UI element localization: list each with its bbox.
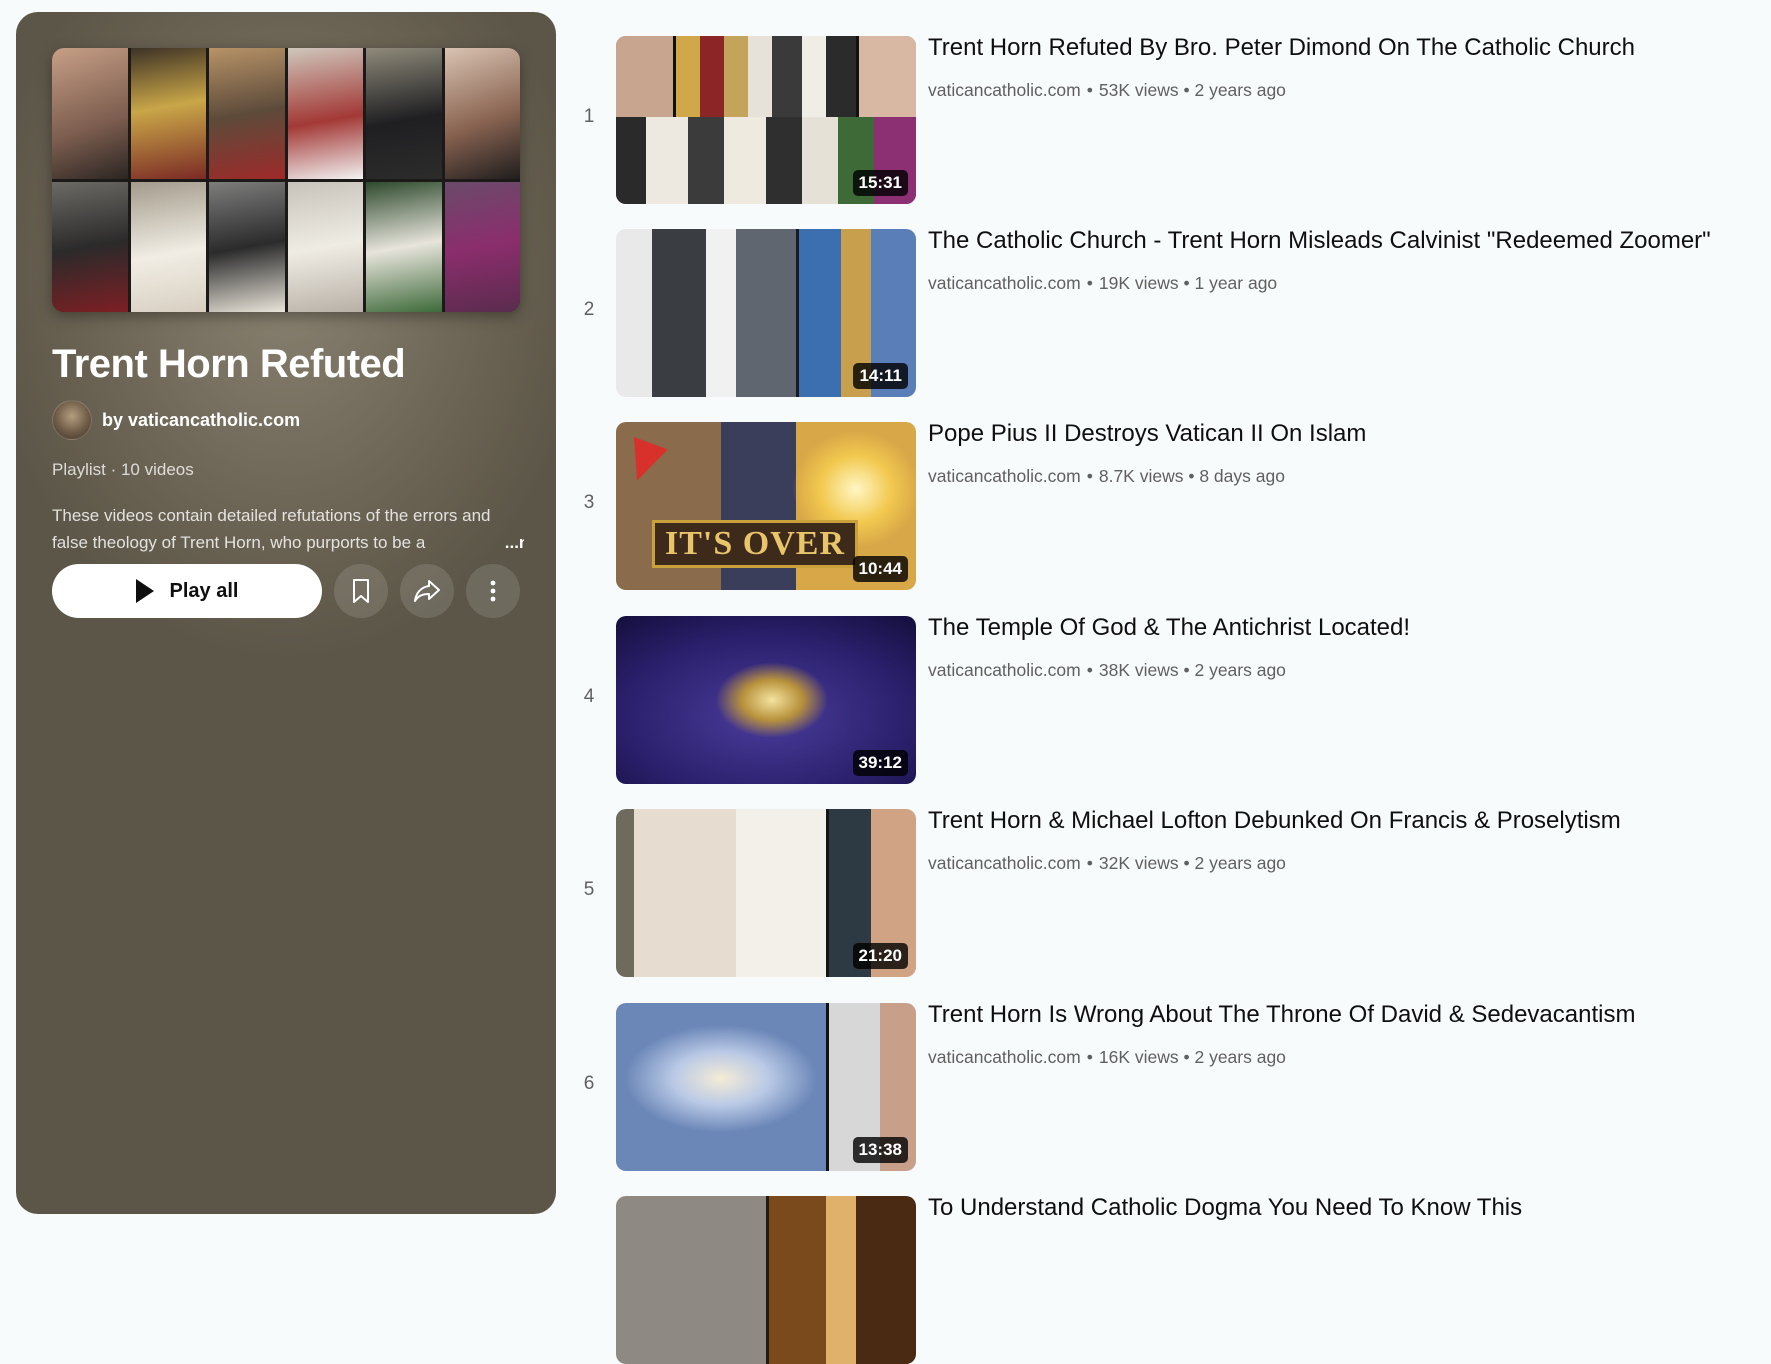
video-index: 4	[583, 686, 595, 707]
more-link[interactable]: ...more	[505, 533, 524, 552]
video-meta: vaticancatholic.com • 32K views • 2 years …	[928, 853, 1286, 873]
more-actions-button[interactable]	[466, 564, 520, 618]
description-line: These videos contain detailed refutation…	[52, 506, 491, 525]
video-row[interactable]: 5 21:20 Trent Horn & Michael Lofton Debu…	[572, 805, 1762, 977]
share-button[interactable]	[400, 564, 454, 618]
cover-tile	[287, 48, 363, 179]
bookmark-icon	[353, 579, 369, 603]
video-thumbnail[interactable]: 15:31	[616, 36, 916, 204]
video-row[interactable]: 6 13:38 Trent Horn Is Wrong About The Th…	[572, 999, 1762, 1171]
thumbnail-overlay-text: IT'S OVER	[652, 520, 858, 568]
video-meta: vaticancatholic.com • 53K views • 2 years …	[928, 80, 1286, 100]
cover-tile	[209, 181, 285, 312]
duration-badge: 21:20	[852, 943, 908, 969]
video-thumbnail[interactable]: 13:38	[616, 1003, 916, 1171]
video-stats: 19K views • 1 year ago	[1098, 273, 1278, 293]
video-stats: 8.7K views • 8 days ago	[1098, 466, 1285, 486]
cover-tile	[287, 181, 363, 312]
play-all-label: Play all	[169, 579, 239, 602]
cover-tile	[52, 181, 128, 312]
channel-avatar[interactable]	[52, 400, 92, 440]
video-index: 1	[583, 106, 595, 127]
video-thumbnail[interactable]: 21:20	[616, 809, 916, 977]
video-row[interactable]: To Understand Catholic Dogma You Need To…	[572, 1192, 1762, 1364]
owner-name[interactable]: by vaticancatholic.com	[102, 410, 300, 431]
duration-badge: 10:44	[852, 556, 908, 582]
video-stats: 32K views • 2 years ago	[1098, 853, 1286, 873]
channel-name[interactable]: vaticancatholic.com	[928, 660, 1081, 680]
video-meta: vaticancatholic.com • 8.7K views • 8 days …	[928, 466, 1285, 486]
video-title[interactable]: Trent Horn Is Wrong About The Throne Of …	[928, 1001, 1748, 1029]
video-meta: vaticancatholic.com • 38K views • 2 years …	[928, 660, 1286, 680]
share-icon	[414, 580, 440, 602]
more-vert-icon	[490, 580, 496, 602]
cover-tile	[366, 181, 442, 312]
playlist-cover-image[interactable]	[52, 48, 520, 312]
channel-name[interactable]: vaticancatholic.com	[928, 273, 1081, 293]
video-thumbnail[interactable]: 39:12	[616, 616, 916, 784]
channel-name[interactable]: vaticancatholic.com	[928, 466, 1081, 486]
cover-tile	[444, 48, 520, 179]
video-index: 5	[583, 879, 595, 900]
channel-name[interactable]: vaticancatholic.com	[928, 1047, 1081, 1067]
save-playlist-button[interactable]	[334, 564, 388, 618]
cover-tile	[366, 48, 442, 179]
video-thumbnail[interactable]	[616, 1196, 916, 1364]
video-index: 6	[583, 1073, 595, 1094]
video-title[interactable]: To Understand Catholic Dogma You Need To…	[928, 1194, 1748, 1222]
video-meta: vaticancatholic.com • 19K views • 1 year a…	[928, 273, 1278, 293]
playlist-owner[interactable]: by vaticancatholic.com	[52, 400, 300, 440]
video-stats: 16K views • 2 years ago	[1098, 1047, 1286, 1067]
duration-badge: 39:12	[852, 750, 908, 776]
channel-name[interactable]: vaticancatholic.com	[928, 80, 1081, 100]
cover-tile	[209, 48, 285, 179]
thumbnail-image	[616, 1196, 916, 1364]
duration-badge: 15:31	[852, 170, 908, 196]
description-line-2: false theology of Trent Horn, who purpor…	[52, 529, 524, 556]
duration-badge: 14:11	[853, 363, 908, 389]
video-row[interactable]: 4 39:12 The Temple Of God & The Antichri…	[572, 612, 1762, 784]
video-title[interactable]: The Catholic Church - Trent Horn Mislead…	[928, 227, 1748, 255]
arrow-graphic	[620, 437, 668, 487]
cover-tile	[52, 48, 128, 179]
video-title[interactable]: Trent Horn & Michael Lofton Debunked On …	[928, 807, 1748, 835]
playlist-header-panel: Trent Horn Refuted by vaticancatholic.co…	[16, 12, 556, 1214]
cover-tile	[444, 181, 520, 312]
channel-name[interactable]: vaticancatholic.com	[928, 853, 1081, 873]
video-title[interactable]: Trent Horn Refuted By Bro. Peter Dimond …	[928, 34, 1748, 62]
video-row[interactable]: 2 14:11 The Catholic Church - Trent Horn…	[572, 225, 1762, 397]
playlist-title: Trent Horn Refuted	[52, 342, 406, 386]
video-index: 3	[583, 492, 595, 513]
playlist-actions: Play all	[52, 564, 520, 618]
video-title[interactable]: Pope Pius II Destroys Vatican II On Isla…	[928, 420, 1748, 448]
video-thumbnail[interactable]: 14:11	[616, 229, 916, 397]
play-all-button[interactable]: Play all	[52, 564, 322, 618]
video-index: 2	[583, 299, 595, 320]
duration-badge: 13:38	[852, 1137, 908, 1163]
video-stats: 38K views • 2 years ago	[1098, 660, 1286, 680]
video-thumbnail[interactable]: IT'S OVER 10:44	[616, 422, 916, 590]
playlist-description[interactable]: These videos contain detailed refutation…	[52, 502, 524, 556]
playlist-meta: Playlist · 10 videos	[52, 460, 194, 479]
video-title[interactable]: The Temple Of God & The Antichrist Locat…	[928, 614, 1748, 642]
cover-tile	[130, 48, 206, 179]
cover-tile	[130, 181, 206, 312]
play-icon	[135, 579, 154, 603]
video-stats: 53K views • 2 years ago	[1098, 80, 1286, 100]
video-row[interactable]: 3 IT'S OVER 10:44 Pope Pius II Destroys …	[572, 418, 1762, 590]
video-meta: vaticancatholic.com • 16K views • 2 years …	[928, 1047, 1286, 1067]
description-text: false theology of Trent Horn, who purpor…	[52, 533, 426, 552]
video-row[interactable]: 1 15:31 Trent Horn Refuted By Bro. Peter…	[572, 32, 1762, 204]
